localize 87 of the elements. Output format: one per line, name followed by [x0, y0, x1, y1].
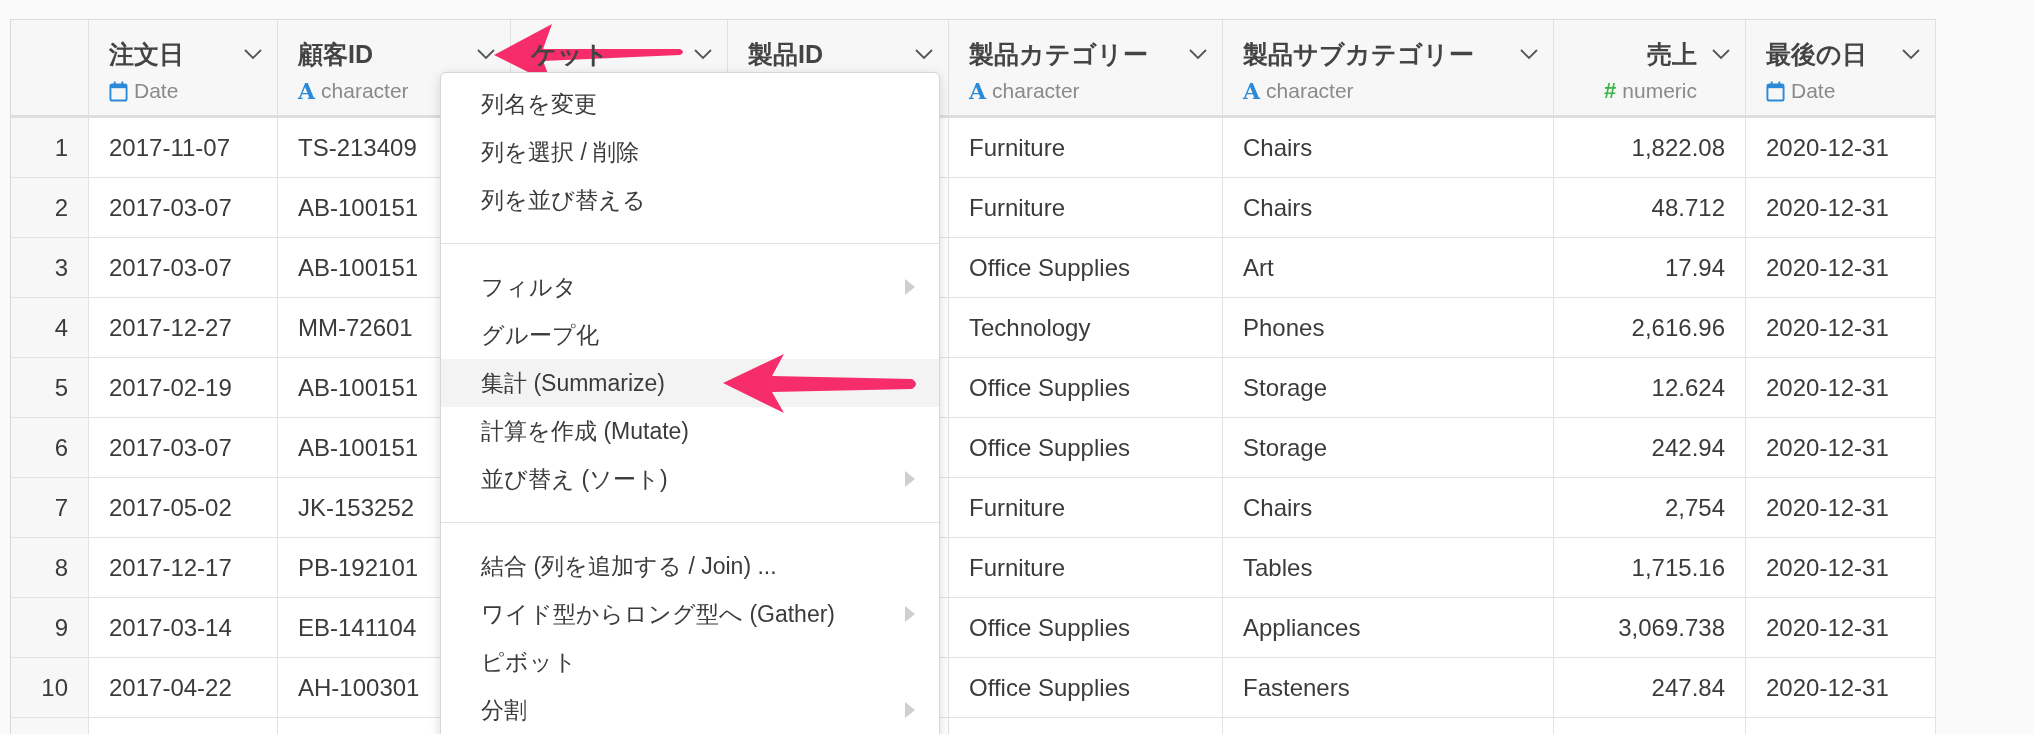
- table-cell: 2020-12-31: [1746, 538, 1936, 598]
- table-cell: 2020-12-31: [1746, 118, 1936, 178]
- table-cell: 2020-12-31: [1746, 598, 1936, 658]
- row-number: 2: [11, 178, 89, 238]
- table-cell: 2017-11-07: [89, 118, 278, 178]
- table-cell: Chairs: [1223, 118, 1554, 178]
- row-number: 1: [11, 118, 89, 178]
- table-cell: Tables: [1223, 538, 1554, 598]
- type-icon: A: [298, 78, 316, 104]
- table-cell: Fasteners: [1223, 658, 1554, 718]
- table-cell: Furniture: [949, 178, 1223, 238]
- table-cell: 17.94: [1554, 238, 1746, 298]
- table-cell: 2020-12-31: [1746, 658, 1936, 718]
- table-cell: 2020-12-31: [1746, 238, 1936, 298]
- table-cell: Office Supplies: [949, 598, 1223, 658]
- table-cell: 242.94: [1554, 418, 1746, 478]
- chevron-down-icon[interactable]: [693, 48, 713, 60]
- table-cell: Phones: [1223, 298, 1554, 358]
- table-cell: Storage: [1223, 418, 1554, 478]
- table-cell: 2017-04-22: [89, 658, 278, 718]
- table-cell: 2020-12-31: [1746, 358, 1936, 418]
- table-cell: 2017-12-17: [89, 538, 278, 598]
- type-label: character: [992, 79, 1080, 103]
- table-cell: Furniture: [949, 538, 1223, 598]
- table-cell: Storage: [1223, 358, 1554, 418]
- column-name: 製品サブカテゴリー: [1243, 38, 1474, 70]
- table-cell: Chairs: [1223, 478, 1554, 538]
- table-cell: Art: [1223, 238, 1554, 298]
- table-cell: Office Supplies: [949, 658, 1223, 718]
- row-number: 5: [11, 358, 89, 418]
- type-label: Date: [1791, 79, 1836, 103]
- table-cell: Office Supplies: [949, 358, 1223, 418]
- table-cell: Office Supplies: [949, 238, 1223, 298]
- table-cell: 2017-03-07: [89, 238, 278, 298]
- table-cell: 1,715.16: [1554, 538, 1746, 598]
- type-label: numeric: [1622, 79, 1697, 103]
- table-cell: Appliances: [1223, 598, 1554, 658]
- table-cell: 2017-03-14: [89, 598, 278, 658]
- type-icon: #: [1604, 78, 1617, 104]
- calendar-icon: [109, 80, 128, 102]
- chevron-down-icon[interactable]: [1901, 48, 1921, 60]
- row-number: 3: [11, 238, 89, 298]
- table-cell: 1,822.08: [1554, 118, 1746, 178]
- type-label: Date: [134, 79, 179, 103]
- table-cell: 247.84: [1554, 658, 1746, 718]
- column-name: 顧客ID: [298, 38, 373, 70]
- table-cell: Chairs: [1223, 178, 1554, 238]
- chevron-down-icon[interactable]: [476, 48, 496, 60]
- table-cell: 2017-05-02: [89, 478, 278, 538]
- chevron-down-icon[interactable]: [1711, 48, 1731, 60]
- table-cell: 2017-02-19: [89, 358, 278, 418]
- chevron-down-icon[interactable]: [914, 48, 934, 60]
- table-cell: 2017-03-07: [89, 178, 278, 238]
- table-cell: 48.712: [1554, 178, 1746, 238]
- table-cell: 2,616.96: [1554, 298, 1746, 358]
- type-label: character: [321, 79, 409, 103]
- column-name: 注文日: [109, 38, 184, 70]
- table-cell: 2020-12-31: [1746, 418, 1936, 478]
- row-number: 7: [11, 478, 89, 538]
- column-name: 製品カテゴリー: [969, 38, 1148, 70]
- type-icon: A: [969, 78, 987, 104]
- table-cell: 3,069.738: [1554, 598, 1746, 658]
- table-cell: Technology: [949, 298, 1223, 358]
- table-cell: 2020-12-31: [1746, 478, 1936, 538]
- chevron-down-icon[interactable]: [1188, 48, 1208, 60]
- column-name: 最後の日: [1766, 38, 1867, 70]
- table-cell: 2020-12-31: [1746, 298, 1936, 358]
- chevron-down-icon[interactable]: [243, 48, 263, 60]
- calendar-icon: [1766, 80, 1785, 102]
- type-icon: A: [1243, 78, 1261, 104]
- table-cell: Furniture: [949, 478, 1223, 538]
- chevron-down-icon[interactable]: [1519, 48, 1539, 60]
- table-cell: 2017-03-07: [89, 418, 278, 478]
- row-number: 10: [11, 658, 89, 718]
- row-number: 6: [11, 418, 89, 478]
- row-number: 9: [11, 598, 89, 658]
- table-cell: 2020-12-31: [1746, 178, 1936, 238]
- type-label: character: [1266, 79, 1354, 103]
- table-cell: 2017-12-27: [89, 298, 278, 358]
- table-cell: Office Supplies: [949, 418, 1223, 478]
- column-name: 製品ID: [748, 38, 823, 70]
- table-cell: 12.624: [1554, 358, 1746, 418]
- row-number: 4: [11, 298, 89, 358]
- column-name: 売上: [1647, 38, 1697, 70]
- table-cell: Furniture: [949, 118, 1223, 178]
- table-cell: 2,754: [1554, 478, 1746, 538]
- row-number: 8: [11, 538, 89, 598]
